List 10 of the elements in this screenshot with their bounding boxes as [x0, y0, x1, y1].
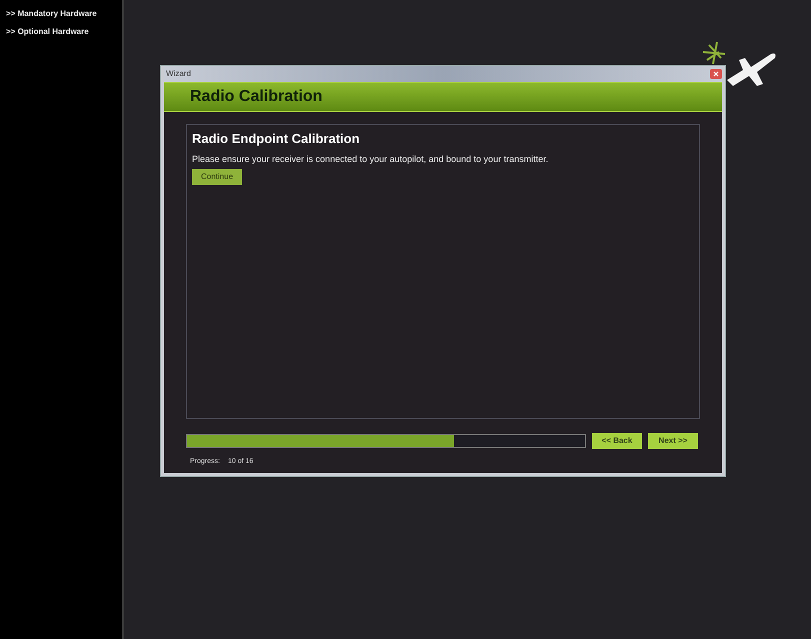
continue-button[interactable]: Continue — [192, 168, 242, 184]
sidebar-item[interactable]: >> Optional Hardware — [6, 26, 116, 38]
sidebar-item[interactable]: >> Mandatory Hardware — [6, 8, 116, 20]
window-title: Wizard — [165, 68, 191, 80]
next-button[interactable]: Next >> — [648, 432, 698, 448]
header-title: Radio Calibration — [190, 86, 322, 107]
panel-heading: Radio Endpoint Calibration — [192, 130, 360, 148]
instruction-text: Please ensure your receiver is connected to your autopilot, and bound to your transmitter. — [192, 153, 548, 166]
back-button[interactable]: << Back — [592, 432, 642, 448]
close-icon[interactable] — [710, 68, 722, 79]
